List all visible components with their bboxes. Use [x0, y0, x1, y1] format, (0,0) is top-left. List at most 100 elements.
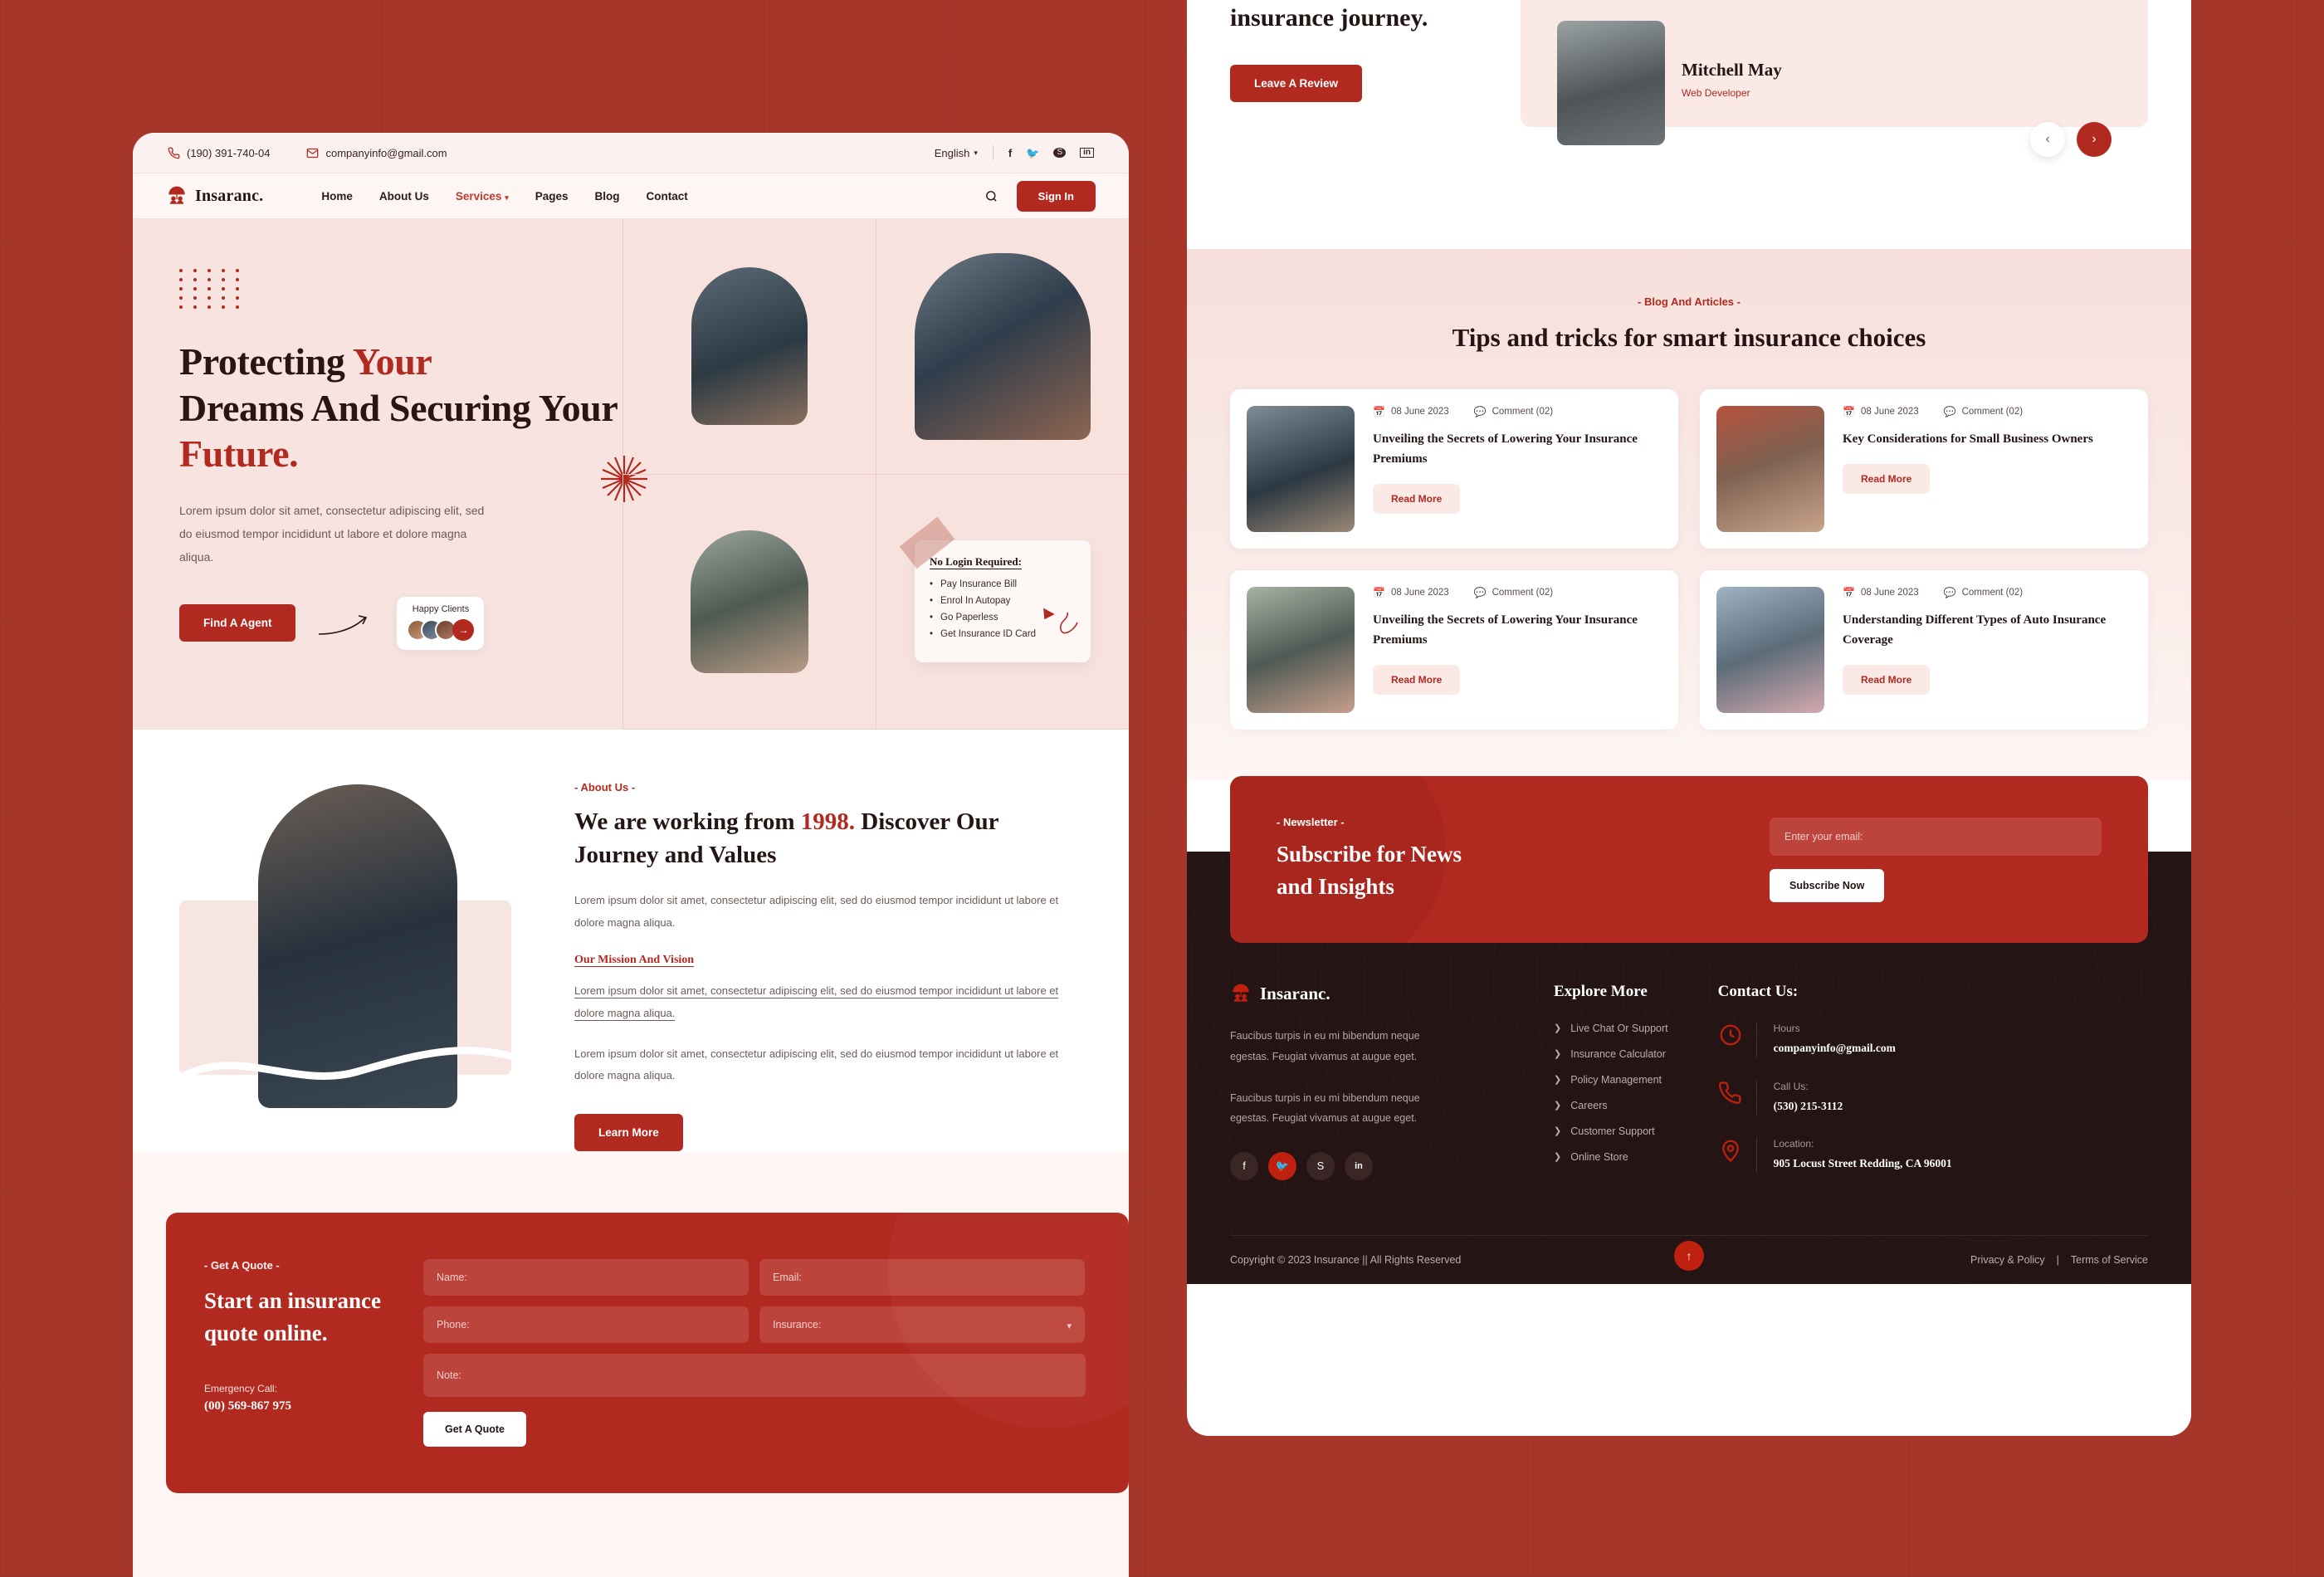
blog-title[interactable]: Key Considerations for Small Business Ow… [1843, 429, 2093, 449]
nav-item-services[interactable]: Services ▾ [456, 190, 509, 203]
nav-item-contact[interactable]: Contact [647, 190, 688, 203]
footer-link[interactable]: ❯ Customer Support [1554, 1125, 1668, 1137]
learn-more-button[interactable]: Learn More [574, 1113, 683, 1151]
divider [1755, 1023, 1757, 1057]
no-login-title: No Login Required: [930, 555, 1022, 569]
blog-card[interactable]: 📅 08 June 2023 💬 Comment (02) Key Consider… [1700, 389, 2148, 549]
find-agent-button[interactable]: Find A Agent [179, 604, 296, 642]
blog-section: - Blog And Articles - Tips and tricks fo… [1187, 249, 2191, 782]
blog-thumbnail [1716, 587, 1824, 714]
read-more-button[interactable]: Read More [1843, 464, 1931, 495]
facebook-icon[interactable]: f [1230, 1151, 1258, 1180]
nav-item-about-us[interactable]: About Us [379, 190, 429, 203]
twitter-icon[interactable]: 🐦 [1268, 1151, 1296, 1180]
terms-of-service-link[interactable]: Terms of Service [2071, 1254, 2148, 1266]
blog-title[interactable]: Unveiling the Secrets of Lowering Your I… [1373, 610, 1662, 650]
hero-title-accent1: Your [352, 340, 432, 383]
footer-brand-name: Insaranc. [1260, 983, 1330, 1003]
carousel-prev-button[interactable]: ‹ [2030, 122, 2065, 158]
list-item[interactable]: Enrol In Autopay [930, 596, 1076, 606]
blog-card[interactable]: 📅 08 June 2023 💬 Comment (02) Understandin… [1700, 570, 2148, 730]
language-selector[interactable]: English ▾ [935, 147, 978, 159]
chevron-down-icon: ▾ [1067, 1321, 1072, 1331]
blog-comments: 💬 Comment (02) [1473, 587, 1554, 599]
leave-a-review-button[interactable]: Leave A Review [1230, 64, 1363, 102]
privacy-policy-link[interactable]: Privacy & Policy [1970, 1254, 2045, 1266]
insurance-select-wrap: ▾ [759, 1306, 1085, 1343]
hero-title-part2: Dreams And Securing Your [179, 386, 618, 429]
footer-link[interactable]: ❯ Insurance Calculator [1554, 1048, 1668, 1060]
skype-icon[interactable]: S [1306, 1151, 1335, 1180]
blog-date: 📅 08 June 2023 [1373, 587, 1449, 599]
nav-item-pages[interactable]: Pages [535, 190, 569, 203]
nav-item-home[interactable]: Home [321, 190, 353, 203]
quote-eyebrow: - Get A Quote - [204, 1258, 280, 1272]
read-more-button[interactable]: Read More [1373, 484, 1461, 515]
blog-eyebrow: - Blog And Articles - [1638, 295, 1741, 308]
about-heading-year: 1998. [800, 808, 856, 835]
about-heading: We are working from 1998. Discover Our J… [574, 805, 1082, 872]
quote-form: ▾ Get A Quote [423, 1258, 1086, 1447]
footer-logo[interactable]: Insaranc. [1230, 983, 1504, 1004]
nav-item-blog[interactable]: Blog [595, 190, 620, 203]
envelope-icon [307, 148, 319, 158]
brand-logo[interactable]: Insaranc. [166, 185, 263, 207]
testimonial-avatar [1557, 21, 1665, 146]
twitter-icon[interactable]: 🐦 [1026, 148, 1039, 159]
email-input[interactable] [759, 1258, 1085, 1296]
skype-icon[interactable]: S [1053, 148, 1067, 158]
footer-link[interactable]: ❯ Careers [1554, 1100, 1668, 1111]
linkedin-icon[interactable]: in [1080, 148, 1094, 158]
footer-location-value[interactable]: 905 Locust Street Redding, CA 96001 [1774, 1155, 1952, 1172]
phone-input[interactable] [423, 1306, 749, 1343]
newsletter-heading: Subscribe for News and Insights [1277, 842, 1462, 900]
footer-socials: f 🐦 S in [1230, 1151, 1504, 1180]
testimonial-card: ” Lorem ipsum dolor sit amet, consectetu… [1521, 0, 2148, 158]
blog-title[interactable]: Understanding Different Types of Auto In… [1843, 610, 2131, 650]
chevron-right-icon: ❯ [1554, 1049, 1562, 1060]
facebook-icon[interactable]: f [1008, 148, 1012, 159]
arrow-right-icon[interactable]: → [452, 618, 475, 641]
get-a-quote-button[interactable]: Get A Quote [423, 1411, 526, 1447]
emergency-call-number[interactable]: (00) 569-867 975 [204, 1399, 387, 1413]
footer-link[interactable]: ❯ Online Store [1554, 1151, 1668, 1163]
blog-card[interactable]: 📅 08 June 2023 💬 Comment (02) Unveiling th… [1230, 389, 1678, 549]
brand-name: Insaranc. [195, 186, 264, 205]
footer-hours-value[interactable]: companyinfo@gmail.com [1774, 1040, 1896, 1057]
scroll-to-top-button[interactable]: ↑ [1674, 1241, 1704, 1272]
footer-link[interactable]: ❯ Live Chat Or Support [1554, 1023, 1668, 1034]
read-more-button[interactable]: Read More [1373, 665, 1461, 696]
topbar-email-label: companyinfo@gmail.com [325, 146, 447, 159]
sign-in-button[interactable]: Sign In [1016, 180, 1096, 212]
blog-card[interactable]: 📅 08 June 2023 💬 Comment (02) Unveiling th… [1230, 570, 1678, 730]
footer-location-row: Location: 905 Locust Street Redding, CA … [1718, 1137, 1975, 1173]
subscribe-now-button[interactable]: Subscribe Now [1770, 868, 1885, 902]
newsletter-email-input[interactable] [1770, 817, 2102, 856]
happy-clients-card[interactable]: Happy Clients → [397, 596, 485, 650]
chevron-right-icon: ❯ [1554, 1126, 1562, 1137]
footer-call-value[interactable]: (530) 215-3112 [1774, 1098, 1843, 1115]
note-input[interactable] [423, 1353, 1086, 1397]
topbar-email[interactable]: companyinfo@gmail.com [306, 147, 447, 159]
read-more-button[interactable]: Read More [1843, 665, 1931, 696]
blog-meta: 📅 08 June 2023 💬 Comment (02) [1373, 406, 1662, 417]
footer-location-label: Location: [1773, 1137, 1814, 1150]
testimonial-role: Web Developer [1682, 87, 1750, 100]
footer-link[interactable]: ❯ Policy Management [1554, 1074, 1668, 1086]
name-input[interactable] [423, 1258, 749, 1296]
about-section: - About Us - We are working from 1998. D… [133, 730, 1129, 1151]
mission-vision-link[interactable]: Our Mission And Vision [574, 954, 1082, 967]
calendar-icon: 📅 [1373, 587, 1385, 599]
comment-icon: 💬 [1943, 587, 1956, 599]
client-avatars: → [407, 618, 475, 641]
blog-title[interactable]: Unveiling the Secrets of Lowering Your I… [1373, 429, 1662, 469]
search-icon[interactable] [984, 189, 998, 203]
copyright-text: Copyright © 2023 Insurance || All Rights… [1230, 1254, 1462, 1267]
insurance-select[interactable] [759, 1306, 1085, 1343]
hero-title: Protecting Your Dreams And Securing Your… [179, 339, 622, 477]
carousel-next-button[interactable]: › [2077, 122, 2112, 158]
topbar-phone[interactable]: (190) 391-740-04 [168, 147, 270, 159]
quote-mark-icon: ” [2049, 0, 2105, 25]
linkedin-icon[interactable]: in [1345, 1151, 1373, 1180]
list-item[interactable]: Pay Insurance Bill [930, 579, 1076, 589]
